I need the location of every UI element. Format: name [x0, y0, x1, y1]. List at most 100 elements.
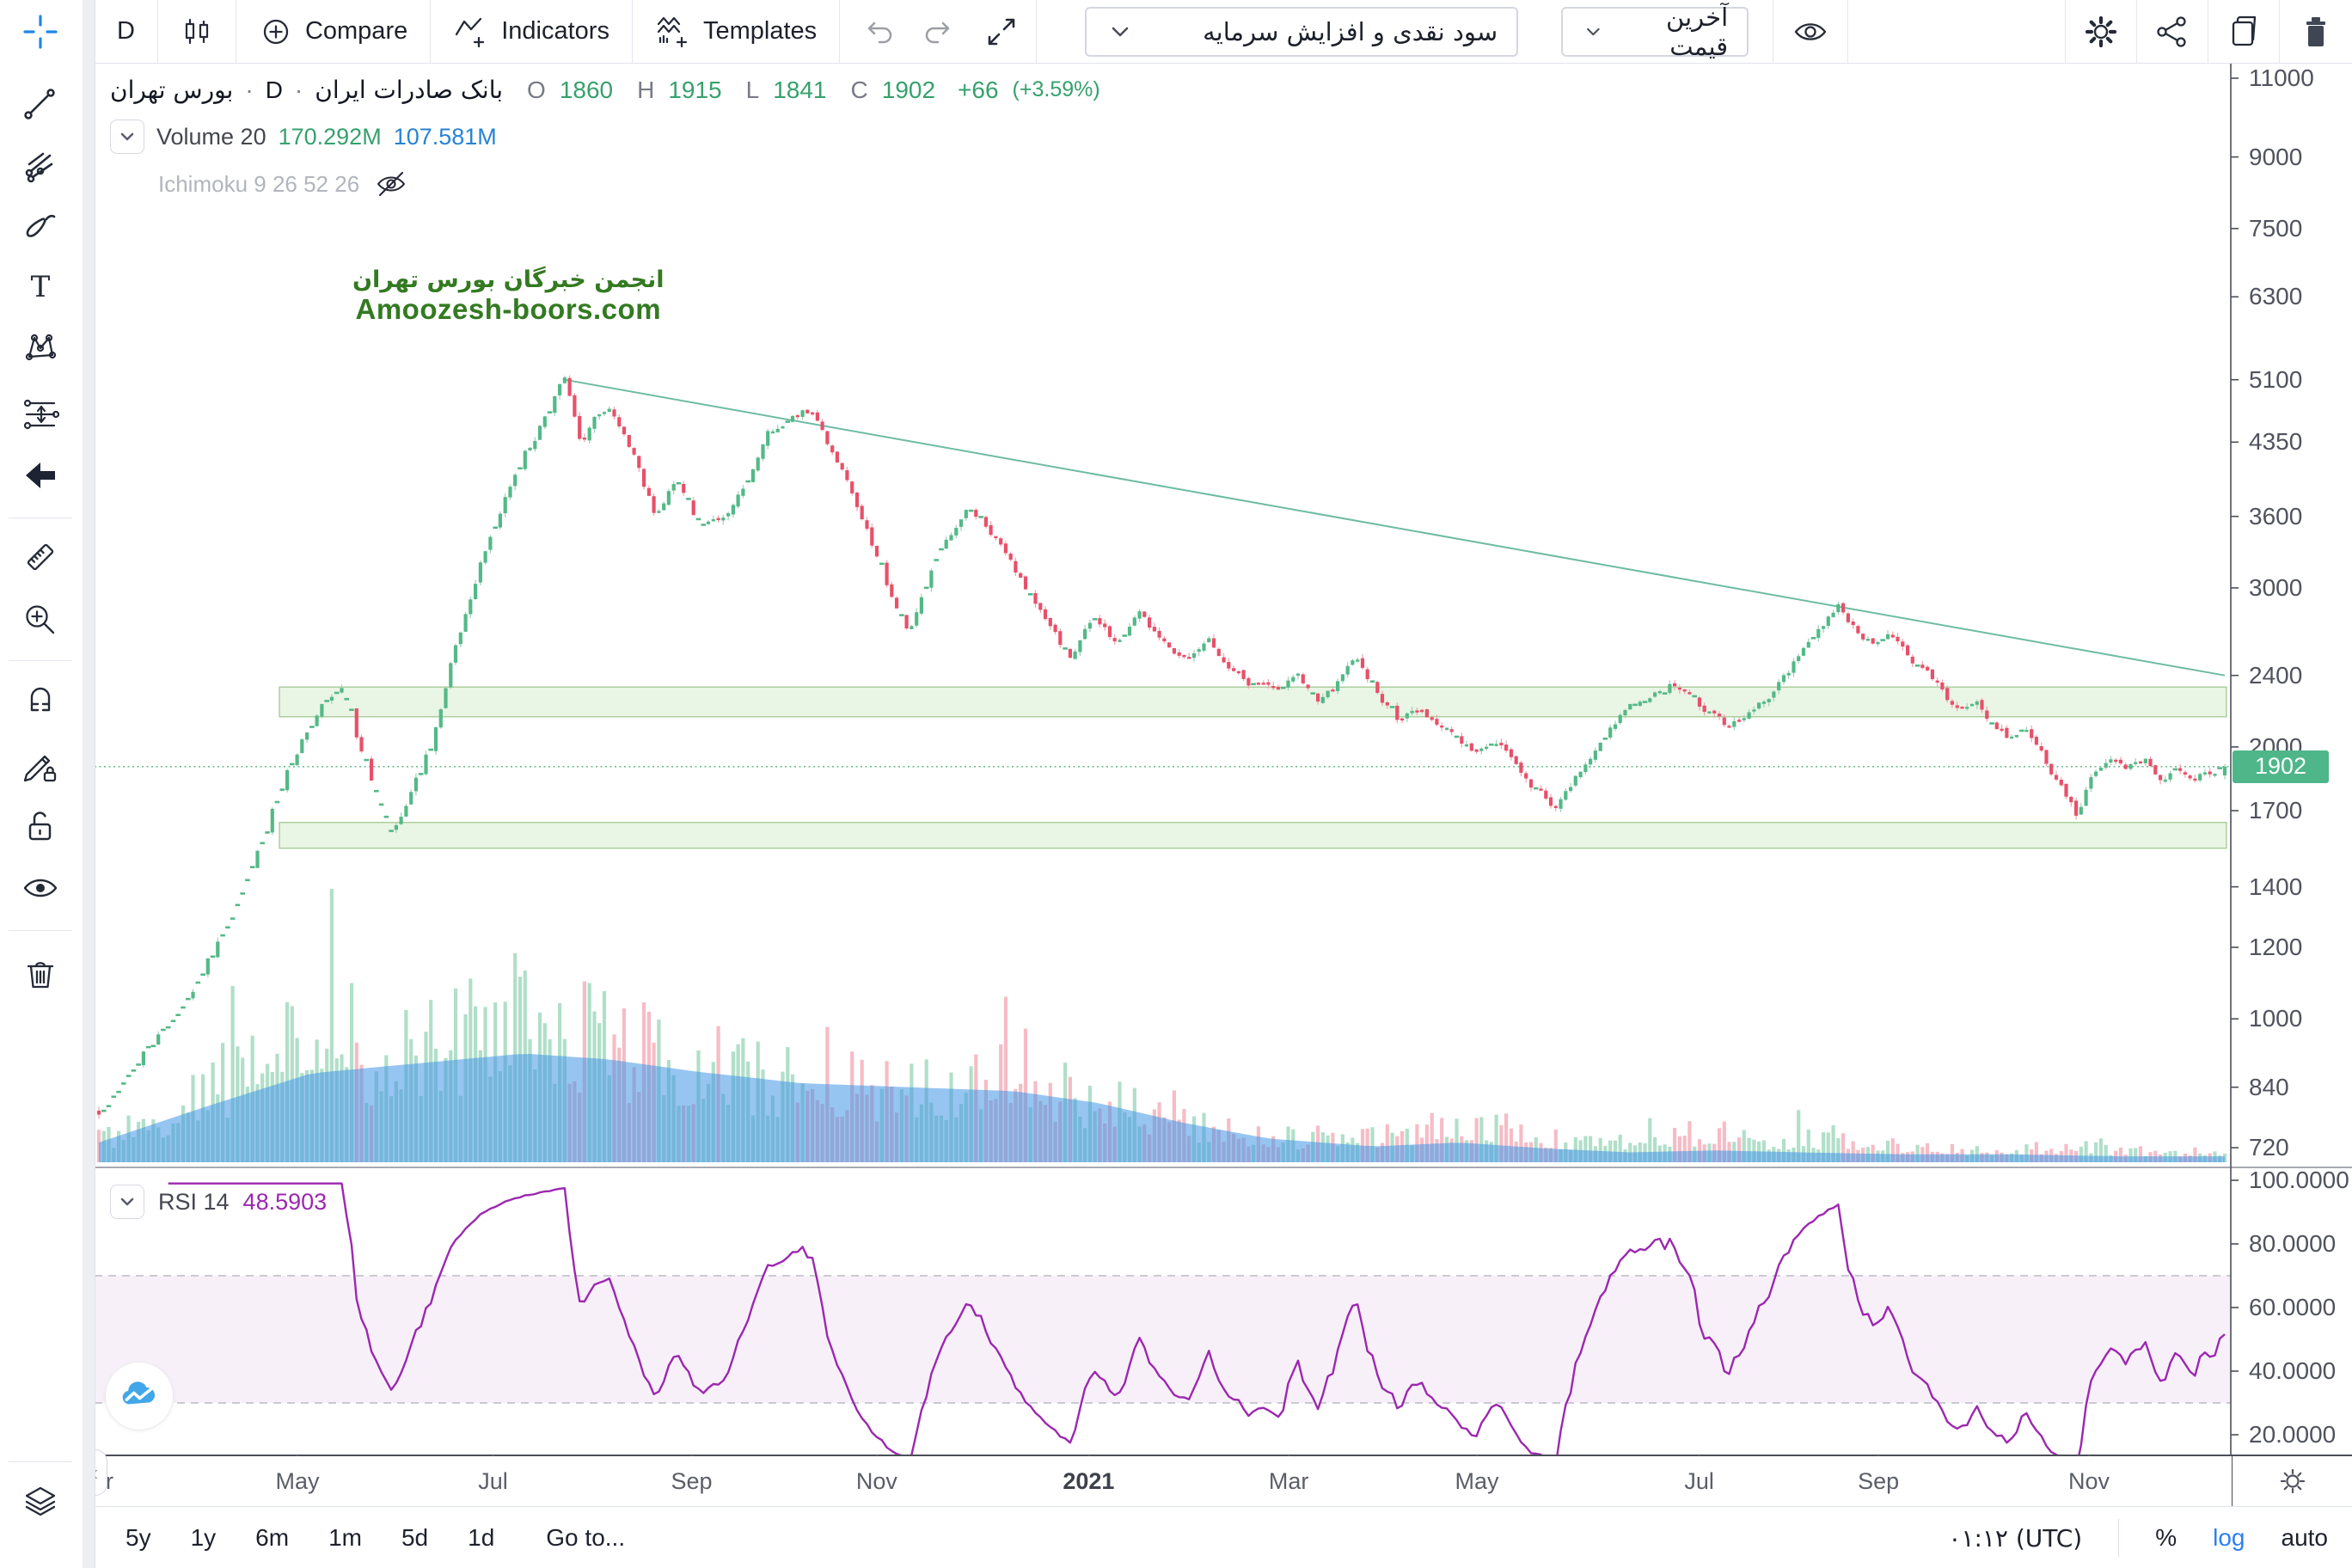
symbol-row: بورس تهران · D · بانک صادرات ایران O1860… — [110, 76, 1100, 104]
range-button-1d[interactable]: 1d — [468, 1524, 494, 1552]
sidebar-divider — [9, 660, 72, 661]
redo-button[interactable] — [909, 0, 967, 63]
sidebar-divider — [9, 930, 72, 931]
dividend-dropdown-label: سود نقدی و افزایش سرمایه — [1203, 17, 1498, 46]
exchange-name[interactable]: بورس تهران — [110, 76, 233, 104]
undo-icon — [862, 15, 897, 49]
gann-fib-tool[interactable] — [10, 139, 70, 194]
time-axis-label: Nov — [1951, 1456, 2226, 1506]
range-button-5y[interactable]: 5y — [126, 1524, 151, 1552]
snapshot-button[interactable] — [2208, 0, 2279, 63]
pages-icon — [2226, 14, 2262, 50]
log-scale-toggle[interactable]: log — [2213, 1524, 2245, 1552]
dividend-adjustment-dropdown[interactable]: سود نقدی و افزایش سرمایه — [1085, 7, 1518, 57]
goto-button[interactable]: Go to... — [546, 1524, 625, 1552]
crosshair-tool[interactable] — [10, 4, 70, 59]
bottom-toolbar: 5y1y6m1m5d1d Go to... ۰۱:۱۲ (UTC) % log … — [95, 1506, 2352, 1568]
rsi-axis-tick: 100.0000 — [2249, 1167, 2349, 1194]
cloud-logo-icon — [119, 1376, 159, 1416]
separator-dot: · — [295, 77, 303, 104]
clock-label[interactable]: ۰۱:۱۲ (UTC) — [1948, 1524, 2082, 1553]
hide-all-drawings[interactable] — [10, 861, 70, 916]
eye-icon — [21, 869, 59, 907]
volume-value-green: 170.292M — [279, 124, 382, 150]
zoom-in-icon — [21, 601, 59, 639]
range-button-1m[interactable]: 1m — [328, 1524, 362, 1552]
time-axis[interactable]: arMayJulSepNov2021MarMayJulSepNov — [95, 1456, 2231, 1506]
trend-line-icon — [22, 85, 58, 121]
text-tool[interactable]: T — [10, 260, 70, 315]
forecast-tool[interactable] — [10, 387, 70, 442]
trash-icon — [21, 956, 59, 994]
eye-icon — [1792, 14, 1828, 50]
chart-legend: بورس تهران · D · بانک صادرات ایران O1860… — [110, 76, 1100, 200]
share-button[interactable] — [2137, 0, 2208, 63]
unlocked-padlock-icon — [21, 808, 59, 846]
remove-drawings[interactable] — [10, 947, 70, 1002]
trend-line-tool[interactable] — [10, 76, 70, 131]
fullscreen-button[interactable] — [967, 0, 1036, 63]
object-tree[interactable] — [10, 1474, 70, 1529]
auto-scale-toggle[interactable]: auto — [2282, 1524, 2329, 1552]
close-label: C — [851, 77, 868, 104]
percent-scale-toggle[interactable]: % — [2155, 1524, 2177, 1552]
range-button-5d[interactable]: 5d — [401, 1524, 428, 1552]
rsi-label[interactable]: RSI 14 — [158, 1189, 230, 1216]
chart-canvas[interactable] — [0, 0, 2352, 1568]
rsi-axis-tick: 20.0000 — [2249, 1421, 2336, 1449]
rsi-axis[interactable]: 100.000080.000060.000040.000020.0000 — [2235, 0, 2352, 1568]
change-value: +66 — [958, 77, 999, 104]
footer-divider — [2118, 1519, 2119, 1557]
compare-button[interactable]: Compare — [236, 0, 430, 63]
range-button-6m[interactable]: 6m — [255, 1524, 289, 1552]
symbol-name[interactable]: بانک صادرات ایران — [315, 76, 503, 104]
price-mode-dropdown[interactable]: آخرین قیمت — [1561, 7, 1749, 57]
lock-all-drawings[interactable] — [10, 799, 70, 854]
pattern-tool[interactable] — [10, 321, 70, 376]
visibility-button[interactable] — [1773, 0, 1847, 63]
back-arrow-tool[interactable] — [10, 448, 70, 503]
share-icon — [2154, 14, 2190, 50]
chart-style-button[interactable] — [158, 0, 236, 63]
undo-button[interactable] — [840, 0, 909, 63]
zoom-in-tool[interactable] — [10, 592, 70, 647]
interval-label: D — [117, 17, 135, 46]
pencil-lock-icon — [21, 748, 59, 786]
eye-off-icon[interactable] — [375, 168, 407, 200]
settings-button[interactable] — [2066, 0, 2136, 63]
compare-label: Compare — [305, 17, 407, 46]
ruler-icon — [21, 538, 59, 576]
volume-collapse-button[interactable] — [110, 119, 144, 154]
rsi-value: 48.5903 — [243, 1189, 328, 1216]
open-value: 1860 — [560, 77, 613, 104]
interval-button[interactable]: D — [95, 0, 157, 63]
chevron-down-icon — [1582, 17, 1605, 46]
trading-chart-app: T — [0, 0, 2352, 1568]
layers-icon — [21, 1483, 59, 1521]
volume-label[interactable]: Volume 20 — [156, 124, 266, 150]
sun-icon — [2276, 1465, 2309, 1498]
delete-button[interactable] — [2280, 0, 2352, 63]
rsi-collapse-button[interactable] — [110, 1185, 144, 1219]
magnet-mode[interactable] — [10, 673, 70, 728]
drawing-toolbar: T — [0, 0, 83, 1568]
drawing-mode-lock[interactable] — [10, 739, 70, 794]
rsi-axis-tick: 80.0000 — [2249, 1230, 2336, 1258]
templates-icon — [655, 14, 691, 50]
compare-plus-icon — [259, 15, 293, 49]
sidebar-scroll-gutter[interactable] — [83, 0, 95, 1568]
rsi-row: RSI 14 48.5903 — [110, 1185, 327, 1219]
chevron-down-icon — [116, 126, 138, 148]
indicators-button[interactable]: Indicators — [431, 0, 632, 63]
templates-button[interactable]: Templates — [633, 0, 839, 63]
brush-tool[interactable] — [10, 199, 70, 254]
volume-row: Volume 20 170.292M 107.581M — [110, 119, 1100, 154]
ichimoku-label[interactable]: Ichimoku 9 26 52 26 — [158, 171, 359, 198]
date-range-buttons: 5y 1y 6m 1m 5d 1d — [95, 1524, 494, 1552]
measure-tool[interactable] — [10, 530, 70, 585]
range-button-1y[interactable]: 1y — [191, 1524, 217, 1552]
expand-icon — [984, 15, 1019, 49]
interval-value[interactable]: D — [266, 77, 283, 104]
price-mode-label: آخرین قیمت — [1627, 3, 1728, 61]
axis-settings-corner[interactable] — [2232, 1456, 2352, 1506]
